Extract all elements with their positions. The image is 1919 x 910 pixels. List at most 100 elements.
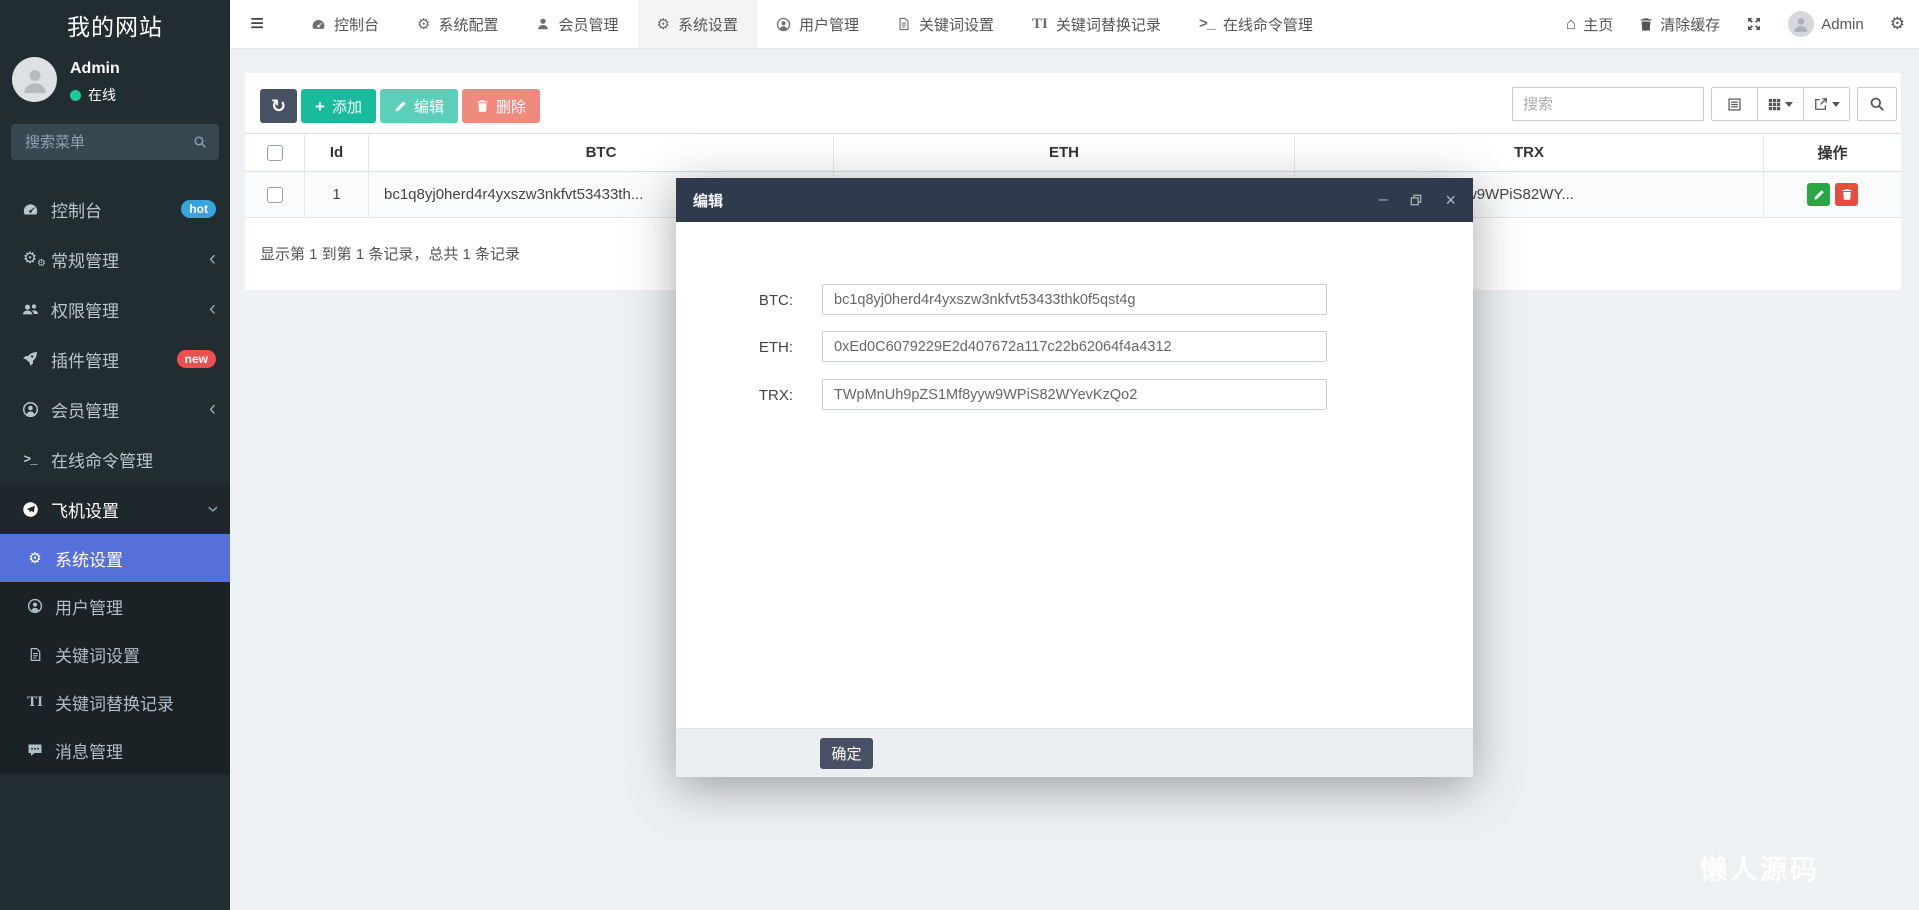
column-header-btc: BTC bbox=[368, 133, 833, 172]
minimize-icon[interactable]: – bbox=[1379, 192, 1388, 208]
user-status-label: 在线 bbox=[88, 87, 116, 103]
eth-field-label: ETH: bbox=[758, 339, 793, 356]
sidebar-subitem-label: 用户管理 bbox=[55, 598, 123, 618]
table-view-buttons bbox=[1711, 87, 1850, 121]
sidebar-item-command[interactable]: >_ 在线命令管理 bbox=[0, 434, 230, 484]
online-dot-icon bbox=[70, 89, 81, 101]
refresh-button[interactable]: ↻ bbox=[260, 89, 297, 123]
btc-field-label: BTC: bbox=[758, 292, 793, 309]
user-circle-icon bbox=[24, 598, 46, 614]
column-header-eth: ETH bbox=[833, 133, 1294, 172]
edit-button[interactable]: 编辑 bbox=[379, 89, 458, 123]
tab-keyword-replace-log[interactable]: TI 关键词替换记录 bbox=[1013, 0, 1180, 48]
search-icon bbox=[1870, 97, 1884, 111]
sidebar-subitem-user-management[interactable]: 用户管理 bbox=[0, 582, 230, 630]
columns-button[interactable] bbox=[1757, 87, 1804, 121]
topbar: ≡ 控制台 ⚙ 系统配置 会员管理 ⚙ 系统设置 用户管理 关键词设置 TI 关… bbox=[230, 0, 1919, 49]
file-icon bbox=[24, 647, 46, 662]
export-icon bbox=[1814, 98, 1827, 110]
eth-field[interactable] bbox=[822, 331, 1327, 362]
sidebar-item-auth[interactable]: 权限管理 ‹ bbox=[0, 284, 230, 334]
trash-icon bbox=[1639, 17, 1653, 32]
fullscreen-button[interactable] bbox=[1746, 16, 1762, 32]
btc-field[interactable] bbox=[822, 284, 1327, 315]
tab-label: 在线命令管理 bbox=[1222, 16, 1313, 34]
clear-cache-button[interactable]: 清除缓存 bbox=[1639, 14, 1720, 35]
trx-field[interactable] bbox=[822, 379, 1327, 410]
plus-icon: + bbox=[315, 96, 325, 116]
tab-dashboard[interactable]: 控制台 bbox=[292, 0, 398, 48]
delete-button[interactable]: 删除 bbox=[461, 89, 540, 123]
sidebar-item-member[interactable]: 会员管理 ‹ bbox=[0, 384, 230, 434]
sidebar-search bbox=[11, 124, 219, 160]
dialog-titlebar[interactable]: 编辑 – × bbox=[676, 178, 1473, 222]
pencil-icon bbox=[1814, 189, 1824, 199]
search-button[interactable] bbox=[1857, 87, 1897, 121]
tab-label: 控制台 bbox=[334, 16, 380, 34]
avatar bbox=[12, 57, 57, 102]
trx-field-label: TRX: bbox=[758, 387, 793, 404]
tab-system-settings[interactable]: ⚙ 系统设置 bbox=[637, 0, 757, 48]
delete-label: 删除 bbox=[495, 98, 526, 116]
row-delete-button[interactable] bbox=[1835, 183, 1858, 206]
tab-label: 系统配置 bbox=[438, 16, 499, 34]
toggle-view-button[interactable] bbox=[1711, 87, 1758, 121]
sidebar-subitem-keyword-settings[interactable]: 关键词设置 bbox=[0, 630, 230, 678]
sidebar-subitem-message-management[interactable]: 消息管理 bbox=[0, 726, 230, 774]
sidebar-subitem-label: 系统设置 bbox=[55, 550, 123, 570]
sidebar-subitem-keyword-replace-log[interactable]: TI 关键词替换记录 bbox=[0, 678, 230, 726]
user-name: Admin bbox=[70, 60, 120, 77]
close-icon[interactable]: × bbox=[1445, 191, 1456, 209]
sidebar-search-input[interactable] bbox=[23, 132, 193, 152]
table-toolbar: ↻ + 添加 编辑 删除 bbox=[260, 89, 540, 123]
sidebar-item-addon[interactable]: 插件管理 new bbox=[0, 334, 230, 384]
tab-label: 会员管理 bbox=[558, 16, 619, 34]
nav-tabs: 控制台 ⚙ 系统配置 会员管理 ⚙ 系统设置 用户管理 关键词设置 TI 关键词… bbox=[292, 0, 1332, 48]
search-icon[interactable] bbox=[193, 135, 207, 149]
tab-label: 系统设置 bbox=[677, 16, 738, 34]
maximize-icon[interactable] bbox=[1410, 194, 1422, 206]
tab-label: 用户管理 bbox=[798, 16, 859, 34]
sidebar-item-dashboard[interactable]: 控制台 hot bbox=[0, 184, 230, 234]
edit-dialog: 编辑 – × BTC: ETH: TRX: 确定 bbox=[676, 178, 1473, 777]
settings-gear-icon[interactable]: ⚙ bbox=[1890, 14, 1905, 34]
table-search-input[interactable] bbox=[1512, 87, 1704, 121]
list-icon bbox=[1728, 97, 1741, 111]
add-button[interactable]: + 添加 bbox=[301, 89, 376, 123]
user-status: 在线 bbox=[70, 85, 116, 105]
hamburger-icon[interactable]: ≡ bbox=[230, 0, 284, 48]
sidebar-item-general[interactable]: ⚙ ⚙ 常规管理 ‹ bbox=[0, 234, 230, 284]
tab-system-config[interactable]: ⚙ 系统配置 bbox=[398, 0, 517, 48]
row-checkbox[interactable] bbox=[266, 186, 283, 203]
terminal-icon: >_ bbox=[1198, 15, 1216, 33]
dialog-title: 编辑 bbox=[693, 192, 724, 210]
sidebar-item-telegram-settings[interactable]: 飞机设置 ‹ bbox=[0, 484, 230, 534]
tab-online-command[interactable]: >_ 在线命令管理 bbox=[1180, 0, 1332, 48]
dashboard-icon bbox=[311, 17, 326, 32]
file-icon bbox=[897, 17, 911, 31]
select-all-checkbox[interactable] bbox=[266, 144, 283, 161]
tab-user-management[interactable]: 用户管理 bbox=[757, 0, 878, 48]
sidebar-subitem-label: 关键词设置 bbox=[55, 646, 140, 666]
edit-label: 编辑 bbox=[413, 98, 444, 116]
column-header-ops: 操作 bbox=[1763, 133, 1901, 172]
user-circle-icon bbox=[776, 17, 791, 32]
home-link[interactable]: ⌂ 主页 bbox=[1566, 14, 1613, 35]
comment-icon bbox=[24, 742, 46, 758]
sidebar-item-label: 插件管理 bbox=[51, 351, 119, 371]
sidebar-menu: 控制台 hot ⚙ ⚙ 常规管理 ‹ 权限管理 ‹ 插件管理 new 会员管理 ‹… bbox=[0, 184, 230, 774]
sidebar-subitem-system-settings[interactable]: ⚙ 系统设置 bbox=[0, 534, 230, 582]
ok-button[interactable]: 确定 bbox=[820, 738, 873, 769]
tab-member-management[interactable]: 会员管理 bbox=[517, 0, 637, 48]
person-icon bbox=[23, 69, 46, 93]
tab-keyword-settings[interactable]: 关键词设置 bbox=[878, 0, 1013, 48]
user-menu[interactable]: Admin bbox=[1788, 11, 1864, 37]
avatar bbox=[1788, 11, 1815, 37]
columns-icon bbox=[1768, 98, 1781, 110]
home-label: 主页 bbox=[1583, 16, 1614, 34]
select-all-header bbox=[245, 133, 304, 172]
tab-label: 关键词设置 bbox=[918, 16, 994, 34]
row-edit-button[interactable] bbox=[1807, 183, 1830, 206]
export-button[interactable] bbox=[1803, 87, 1850, 121]
users-icon bbox=[18, 301, 42, 318]
